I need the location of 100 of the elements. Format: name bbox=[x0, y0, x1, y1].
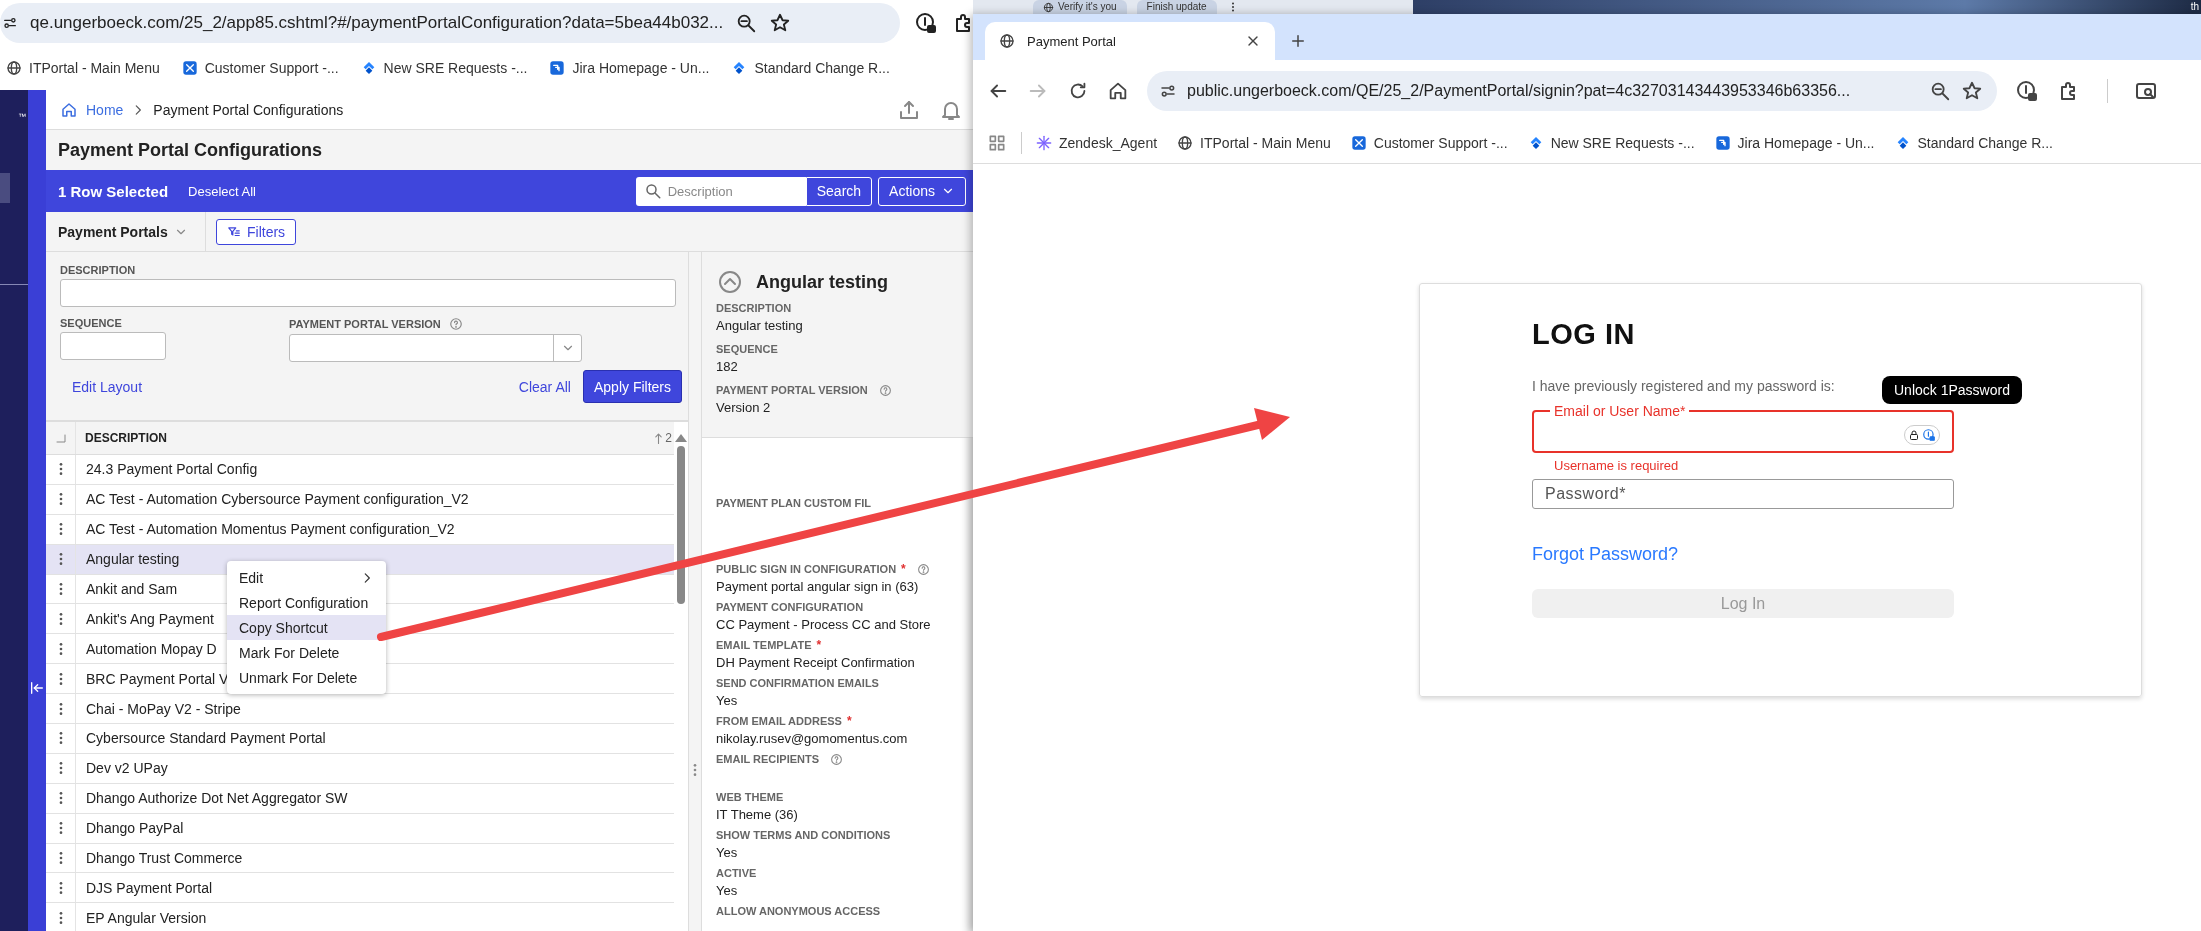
collapse-icon[interactable] bbox=[718, 270, 742, 294]
table-row[interactable]: Dhango Trust Commerce bbox=[46, 843, 674, 874]
bookmark-link[interactable]: Standard Change R... bbox=[1917, 134, 2053, 151]
service-desk-icon bbox=[181, 59, 198, 76]
breadcrumb-current: Payment Portal Configurations bbox=[153, 101, 344, 118]
scrollbar[interactable] bbox=[674, 422, 688, 931]
table-cell-text: Automation Mopay D bbox=[85, 640, 217, 657]
field-value: Payment portal angular sign in (63) bbox=[716, 578, 920, 596]
selection-count: 1 Row Selected bbox=[58, 182, 169, 200]
help-icon[interactable] bbox=[878, 383, 892, 397]
clear-all-link[interactable]: Clear All bbox=[518, 378, 571, 395]
table-row[interactable]: AC Test - Automation Momentus Payment configuration_V2 bbox=[46, 514, 674, 545]
table-row[interactable]: AC Test - Automation Cybersource Payment configuration_V2 bbox=[46, 484, 674, 515]
table-row[interactable]: Chai - MoPay V2 - Stripe bbox=[46, 694, 674, 724]
field-label: PUBLIC SIGN IN CONFIGURATION bbox=[716, 563, 897, 575]
error-message: Username is required bbox=[1554, 457, 1680, 475]
field-label: PAYMENT PORTAL VERSION bbox=[716, 384, 868, 396]
edit-layout-link[interactable]: Edit Layout bbox=[72, 378, 143, 395]
password-manager-icon[interactable] bbox=[2015, 79, 2039, 103]
bookmark-link[interactable]: New SRE Requests -... bbox=[1550, 134, 1695, 151]
table-cell-text: AC Test - Automation Momentus Payment configuration_V2 bbox=[85, 521, 455, 538]
breadcrumb-link[interactable]: Home bbox=[86, 101, 124, 118]
bookmark-link[interactable]: ITPortal - Main Menu bbox=[1200, 134, 1331, 151]
home-icon[interactable] bbox=[60, 100, 78, 119]
help-icon[interactable] bbox=[830, 752, 844, 766]
bookmark-link[interactable]: Jira Homepage - Un... bbox=[1737, 134, 1875, 151]
browser-tab[interactable]: Verify it's you bbox=[1033, 0, 1127, 14]
field-value: Angular testing bbox=[716, 317, 804, 335]
bookmark-link[interactable]: Zendesk_Agent bbox=[1059, 134, 1158, 151]
table-cell-text: DJS Payment Portal bbox=[85, 879, 213, 896]
field-label: ACTIVE bbox=[716, 867, 757, 879]
description-filter-field[interactable] bbox=[60, 279, 676, 307]
view-selector[interactable]: Payment Portals bbox=[46, 211, 206, 252]
field-label: SHOW TERMS AND CONDITIONS bbox=[716, 829, 891, 841]
bookmark-link[interactable]: New SRE Requests -... bbox=[383, 59, 528, 76]
menu-item[interactable]: Mark For Delete bbox=[227, 640, 386, 665]
search-field[interactable]: Description bbox=[635, 176, 806, 206]
star-icon[interactable] bbox=[769, 11, 792, 34]
sequence-filter-field[interactable] bbox=[60, 332, 166, 360]
table-row[interactable]: Dhango PayPal bbox=[46, 813, 674, 844]
page-title: Payment Portal Configurations bbox=[58, 139, 323, 161]
new-tab-icon[interactable] bbox=[1289, 32, 1307, 50]
table-cell-text: Chai - MoPay V2 - Stripe bbox=[85, 700, 241, 717]
collapse-sidebar-icon[interactable] bbox=[29, 680, 45, 696]
password-manager-icon[interactable] bbox=[914, 10, 938, 35]
scroll-up-icon[interactable] bbox=[675, 434, 687, 442]
menu-item[interactable]: Report Configuration bbox=[227, 590, 386, 615]
browser-tab[interactable]: Payment Portal bbox=[985, 22, 1275, 60]
address-bar[interactable]: qe.ungerboeck.com/25_2/app85.cshtml?#/paymentPortalConfiguration?data=5bea44b032... bbox=[0, 2, 900, 43]
field-value: CC Payment - Process CC and Store bbox=[716, 616, 932, 634]
table-cell-text: Ankit and Sam bbox=[85, 581, 178, 597]
table-cell-text: Dev v2 UPay bbox=[85, 760, 168, 777]
forgot-password-link[interactable]: Forgot Password? bbox=[1532, 544, 1679, 565]
required-mark: * bbox=[816, 638, 822, 652]
home-icon[interactable] bbox=[1107, 80, 1129, 102]
zoom-out-icon[interactable] bbox=[1929, 80, 1951, 102]
table-cell-text: EP Angular Version bbox=[85, 909, 207, 926]
filters-button[interactable]: Filters bbox=[216, 218, 297, 245]
bookmark-link[interactable]: Standard Change R... bbox=[754, 59, 890, 76]
bookmark-link[interactable]: Jira Homepage - Un... bbox=[572, 59, 710, 76]
address-bar[interactable]: public.ungerboeck.com/QE/25_2/PaymentPortal/signin?pat=4c32703143443953346b63356... bbox=[1147, 71, 1997, 111]
asterisk-icon bbox=[1036, 134, 1052, 151]
field-label: FROM EMAIL ADDRESS bbox=[716, 715, 842, 727]
menu-item[interactable]: Unmark For Delete bbox=[227, 665, 386, 690]
field-label: ALLOW ANONYMOUS ACCESS bbox=[716, 905, 881, 917]
field-label: SEND CONFIRMATION EMAILS bbox=[716, 677, 879, 689]
bookmark-link[interactable]: Customer Support -... bbox=[204, 59, 339, 76]
star-icon[interactable] bbox=[1961, 80, 1983, 102]
actions-button[interactable]: Actions bbox=[878, 176, 966, 206]
table-row[interactable]: DJS Payment Portal bbox=[46, 873, 674, 904]
field-label: PAYMENT CONFIGURATION bbox=[716, 601, 864, 613]
globe-icon bbox=[1043, 1, 1054, 13]
table-row[interactable]: Cybersource Standard Payment Portal bbox=[46, 724, 674, 754]
apply-filters-button[interactable]: Apply Filters bbox=[582, 370, 682, 403]
search-icon bbox=[643, 182, 662, 200]
deselect-all-link[interactable]: Deselect All bbox=[188, 183, 256, 199]
column-header[interactable]: DESCRIPTION bbox=[76, 431, 653, 445]
menu-item[interactable]: Copy Shortcut bbox=[227, 615, 386, 640]
table-row[interactable]: 24.3 Payment Portal Config bbox=[46, 455, 674, 485]
field-label: WEB THEME bbox=[716, 791, 784, 803]
browser-tab[interactable]: Finish update bbox=[1136, 0, 1217, 14]
username-field[interactable]: Email or User Name* bbox=[1532, 403, 1954, 453]
help-icon[interactable] bbox=[448, 317, 463, 331]
field-label: DESCRIPTION bbox=[60, 264, 137, 276]
table-row[interactable]: Dev v2 UPay bbox=[46, 753, 674, 784]
logo-mark: ™ bbox=[17, 111, 27, 121]
password-field[interactable]: Password* bbox=[1532, 479, 1954, 509]
field-label: DESCRIPTION bbox=[716, 302, 792, 314]
help-icon[interactable] bbox=[916, 562, 930, 576]
field-label: EMAIL RECIPIENTS bbox=[716, 753, 820, 765]
bookmark-link[interactable]: Customer Support -... bbox=[1373, 134, 1508, 151]
table-cell-text: Dhango Authorize Dot Net Aggregator SW bbox=[85, 790, 348, 807]
search-button[interactable]: Search bbox=[805, 176, 873, 206]
field-value: nikolay.rusev@gomomentus.com bbox=[716, 730, 909, 748]
filter-icon bbox=[227, 224, 241, 239]
tune-icon[interactable] bbox=[1159, 82, 1177, 100]
table-row[interactable]: Dhango Authorize Dot Net Aggregator SW bbox=[46, 783, 674, 814]
scrollbar-thumb[interactable] bbox=[677, 446, 685, 604]
bookmark-link[interactable]: ITPortal - Main Menu bbox=[29, 59, 160, 76]
globe-icon bbox=[1177, 134, 1194, 151]
